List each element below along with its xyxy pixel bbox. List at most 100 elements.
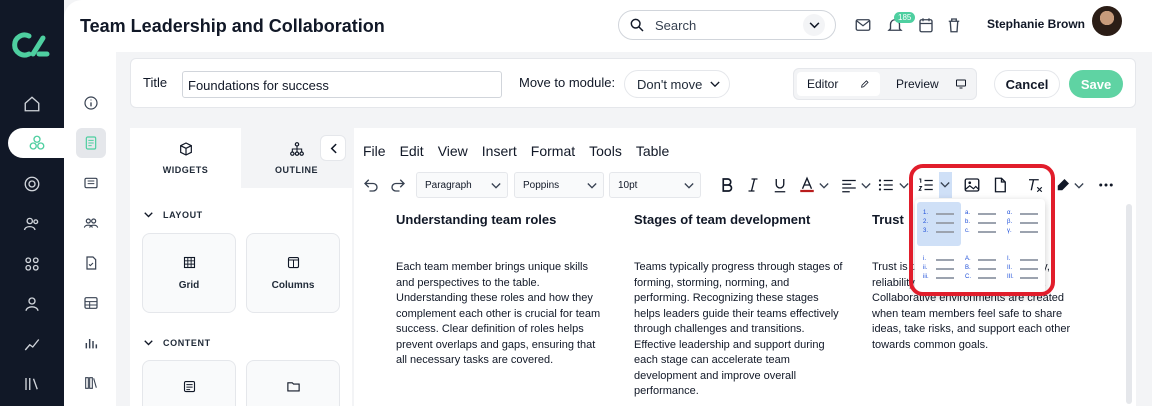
calendar-icon[interactable] [917, 16, 935, 34]
bold-icon[interactable] [718, 176, 736, 194]
font-size-select[interactable]: 10pt [609, 172, 701, 198]
chevron-down-icon [491, 183, 501, 189]
group-icon[interactable] [76, 208, 106, 238]
save-button[interactable]: Save [1069, 70, 1123, 98]
tab-preview[interactable]: Preview [886, 72, 977, 96]
collapse-panel-button[interactable] [320, 135, 346, 161]
chevron-down-icon [684, 183, 694, 189]
menu-format[interactable]: Format [531, 143, 575, 159]
avatar[interactable] [1090, 4, 1124, 38]
content-section-toggle[interactable]: CONTENT [144, 338, 211, 348]
apps-grid-icon[interactable] [20, 252, 44, 276]
font-size-value: 10pt [618, 179, 638, 191]
move-to-module-select[interactable]: Don't move [624, 70, 730, 98]
chevron-down-icon [710, 81, 720, 87]
text-block-icon [183, 380, 195, 393]
font-family-select[interactable]: Poppins [514, 172, 604, 198]
chevron-left-icon [330, 143, 337, 153]
hierarchy-icon [289, 142, 304, 156]
bullet-list-icon[interactable] [877, 176, 895, 194]
content-column: Stages of team development Teams typical… [634, 212, 844, 400]
chevron-down-icon [809, 21, 819, 28]
widget-panel: WIDGETS OUTLINE LAYOUT Grid Columns CONT… [130, 128, 352, 406]
cancel-button[interactable]: Cancel [994, 70, 1060, 98]
info-icon[interactable] [76, 88, 106, 118]
users-icon[interactable] [20, 212, 44, 236]
menu-insert[interactable]: Insert [482, 143, 517, 159]
chevron-down-icon[interactable] [819, 176, 829, 194]
menu-tools[interactable]: Tools [589, 143, 622, 159]
chevron-down-icon[interactable] [861, 176, 871, 194]
move-to-module-label: Move to module: [519, 75, 616, 90]
editor-menubar: File Edit View Insert Format Tools Table [363, 143, 669, 159]
font-family-value: Poppins [523, 179, 560, 191]
content-column: Understanding team roles Each team membe… [396, 212, 606, 369]
align-left-icon[interactable] [840, 176, 858, 194]
column-heading: Stages of team development [634, 212, 811, 227]
bar-chart-icon[interactable] [76, 328, 106, 358]
file-check-icon[interactable] [76, 248, 106, 278]
redo-icon[interactable] [389, 176, 407, 194]
search-icon [630, 18, 644, 32]
columns-icon [287, 256, 299, 269]
grid-icon [183, 256, 195, 269]
annotation-highlight-box [909, 164, 1055, 296]
search-box[interactable]: Search [618, 10, 836, 40]
menu-edit[interactable]: Edit [400, 143, 424, 159]
block-format-select[interactable]: Paragraph [416, 172, 508, 198]
undo-icon[interactable] [362, 176, 380, 194]
widget-text[interactable] [142, 360, 236, 406]
course-sidebar [64, 0, 116, 406]
analytics-icon[interactable] [20, 332, 44, 356]
italic-icon[interactable] [744, 176, 762, 194]
widget-grid[interactable]: Grid [142, 233, 236, 313]
more-options-icon[interactable] [1097, 176, 1115, 194]
target-icon[interactable] [20, 172, 44, 196]
title-field[interactable]: Foundations for success [182, 71, 502, 98]
tab-outline-label: OUTLINE [275, 165, 318, 175]
books-icon[interactable] [76, 368, 106, 398]
column-heading: Understanding team roles [396, 212, 557, 227]
page-title: Team Leadership and Collaboration [80, 16, 385, 36]
home-icon[interactable] [20, 92, 44, 116]
widget-columns[interactable]: Columns [246, 233, 340, 313]
newspaper-icon[interactable] [76, 168, 106, 198]
block-format-value: Paragraph [425, 179, 472, 191]
tab-editor[interactable]: Editor [797, 72, 880, 96]
app-logo-icon[interactable] [11, 30, 51, 60]
chevron-down-icon [144, 340, 153, 346]
menu-table[interactable]: Table [636, 143, 669, 159]
table-icon[interactable] [76, 288, 106, 318]
courses-icon[interactable] [8, 128, 66, 158]
chevron-down-icon [144, 212, 153, 218]
menu-file[interactable]: File [363, 143, 386, 159]
search-input[interactable]: Search [655, 18, 803, 33]
layout-heading: LAYOUT [163, 210, 203, 220]
text-color-icon[interactable] [798, 176, 816, 194]
monitor-icon [955, 79, 966, 89]
title-label: Title [143, 75, 168, 90]
underline-icon[interactable] [771, 176, 789, 194]
page-editor-icon[interactable] [76, 128, 106, 158]
widget-folder[interactable] [246, 360, 340, 406]
user-name[interactable]: Stephanie Brown [987, 17, 1085, 31]
search-dropdown-button[interactable] [803, 14, 825, 36]
menu-view[interactable]: View [438, 143, 468, 159]
column-body: Each team member brings unique skills an… [396, 261, 601, 366]
tab-preview-label: Preview [896, 77, 939, 91]
lesson-title-bar: Title Foundations for success Move to mo… [130, 58, 1136, 108]
move-to-module-value: Don't move [637, 76, 703, 92]
main-nav [0, 0, 66, 406]
editor-scrollbar[interactable] [1126, 204, 1132, 404]
chevron-down-icon[interactable] [899, 176, 909, 194]
mail-icon[interactable] [854, 16, 872, 34]
trash-icon[interactable] [945, 16, 963, 34]
chevron-down-icon[interactable] [1074, 176, 1084, 194]
layout-section-toggle[interactable]: LAYOUT [144, 210, 203, 220]
profile-icon[interactable] [20, 292, 44, 316]
library-icon[interactable] [20, 372, 44, 396]
tab-widgets[interactable]: WIDGETS [130, 128, 241, 188]
highlight-icon[interactable] [1054, 176, 1072, 194]
widget-grid-label: Grid [178, 280, 200, 291]
pencil-icon [861, 80, 869, 88]
